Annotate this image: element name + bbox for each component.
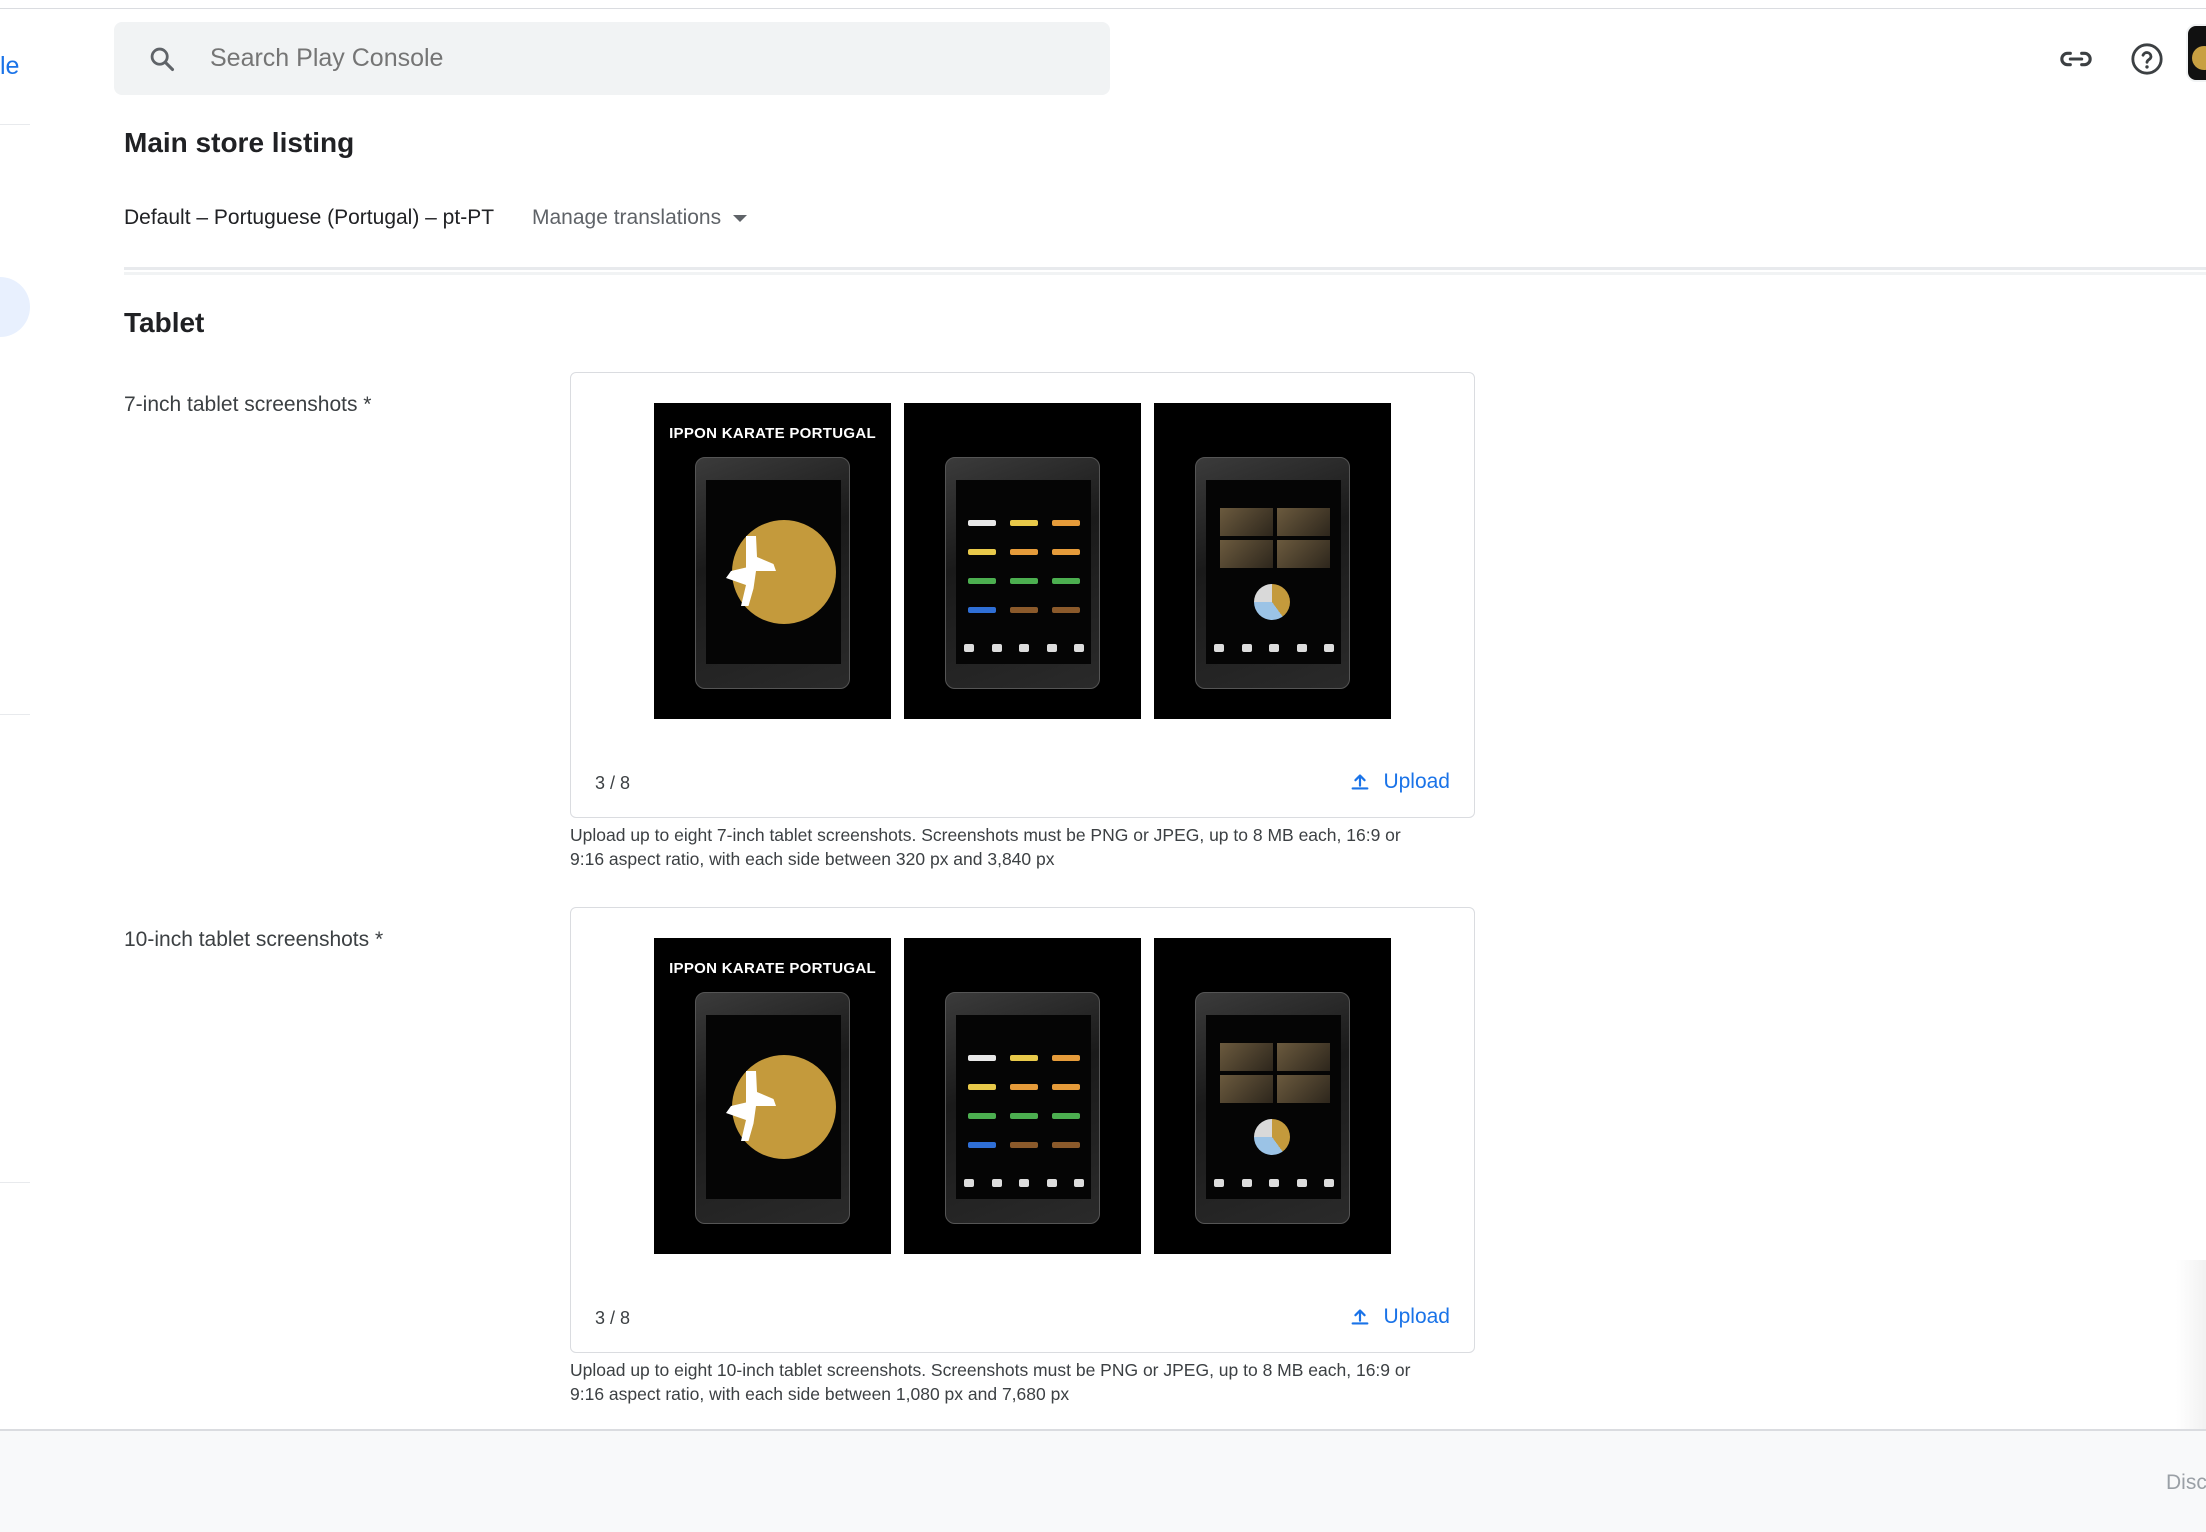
app-tabbar — [1214, 1179, 1334, 1193]
device-screen — [956, 480, 1091, 664]
upload-button[interactable]: Upload — [1349, 770, 1450, 794]
screenshot-count: 3 / 8 — [595, 773, 631, 793]
helper-line: 9:16 aspect ratio, with each side betwee… — [570, 1384, 1070, 1404]
helper-text-7-inch: Upload up to eight 7-inch tablet screens… — [570, 823, 1475, 871]
screenshot-thumbnail[interactable] — [1154, 403, 1391, 719]
manage-translations-dropdown[interactable]: Manage translations — [532, 206, 748, 230]
section-divider — [124, 267, 2206, 270]
screenshot-thumbnail[interactable]: IPPON KARATE PORTUGAL — [654, 938, 891, 1254]
video-thumbnails — [1220, 1043, 1330, 1103]
link-icon[interactable] — [2059, 42, 2093, 76]
screenshot-thumbnail[interactable] — [1154, 938, 1391, 1254]
help-icon[interactable] — [2130, 42, 2164, 76]
rail-divider — [0, 1182, 30, 1183]
search-icon — [148, 45, 176, 73]
upload-icon — [1352, 1309, 1369, 1325]
device-screen — [706, 1015, 841, 1199]
chevron-down-icon — [733, 214, 748, 222]
app-tabbar — [1214, 644, 1334, 658]
device-screen — [1206, 480, 1341, 664]
screenshot-thumbnail[interactable]: IPPON KARATE PORTUGAL — [654, 403, 891, 719]
screenshot-thumbnail[interactable] — [904, 938, 1141, 1254]
section-divider-shadow — [124, 272, 2206, 275]
tablet-frame — [945, 457, 1100, 689]
device-screen — [956, 1015, 1091, 1199]
screenshot-title: IPPON KARATE PORTUGAL — [669, 425, 876, 442]
default-language: Default – Portuguese (Portugal) – pt-PT — [124, 206, 495, 229]
tablet-frame — [695, 992, 850, 1224]
upload-icon — [1352, 774, 1369, 790]
field-label-7-inch: 7-inch tablet screenshots * — [124, 393, 372, 416]
helper-line: Upload up to eight 10-inch tablet screen… — [570, 1360, 1411, 1380]
screenshot-thumbnail[interactable] — [904, 403, 1141, 719]
screenshot-count: 3 / 8 — [595, 1308, 631, 1328]
belt-grid — [968, 520, 1080, 630]
rail-active-pill[interactable] — [0, 277, 30, 337]
screenshot-list: IPPON KARATE PORTUGAL — [654, 938, 1391, 1254]
section-title: Tablet — [124, 307, 205, 338]
upload-button[interactable]: Upload — [1349, 1305, 1450, 1329]
rail-divider — [0, 714, 30, 715]
pie-graphic — [1254, 584, 1290, 620]
app-avatar[interactable] — [2186, 24, 2206, 82]
pie-graphic — [1254, 1119, 1290, 1155]
top-border — [0, 0, 2206, 9]
tablet-frame — [695, 457, 850, 689]
play-console-page: le Main store listing Default – Portugue… — [0, 0, 2206, 1532]
screenshot-card-7-inch: IPPON KARATE PORTUGAL 3 / 8 Upload — [570, 372, 1475, 818]
page-title: Main store listing — [124, 127, 355, 158]
video-thumbnails — [1220, 508, 1330, 568]
tablet-frame — [945, 992, 1100, 1224]
search-input[interactable] — [210, 44, 1010, 73]
screenshot-list: IPPON KARATE PORTUGAL — [654, 403, 1391, 719]
screenshot-title: IPPON KARATE PORTUGAL — [669, 960, 876, 977]
scroll-shadow — [2176, 1260, 2206, 1430]
device-screen — [1206, 1015, 1341, 1199]
rail-text[interactable]: le — [0, 52, 19, 81]
helper-line: 9:16 aspect ratio, with each side betwee… — [570, 849, 1055, 869]
tablet-frame — [1195, 457, 1350, 689]
tablet-frame — [1195, 992, 1350, 1224]
upload-label: Upload — [1383, 770, 1450, 793]
helper-line: Upload up to eight 7-inch tablet screens… — [570, 825, 1401, 845]
discard-button[interactable]: Disc — [2166, 1471, 2206, 1495]
screenshot-card-10-inch: IPPON KARATE PORTUGAL 3 / 8 Upload — [570, 907, 1475, 1353]
device-screen — [706, 480, 841, 664]
left-rail: le — [0, 9, 30, 1429]
search-bar[interactable] — [114, 22, 1110, 95]
helper-text-10-inch: Upload up to eight 10-inch tablet screen… — [570, 1358, 1475, 1406]
app-tabbar — [964, 644, 1084, 658]
upload-label: Upload — [1383, 1305, 1450, 1328]
app-logo-icon — [2192, 46, 2206, 70]
rail-divider — [0, 124, 30, 125]
field-label-10-inch: 10-inch tablet screenshots * — [124, 928, 384, 951]
belt-grid — [968, 1055, 1080, 1165]
footer-bar: Disc — [0, 1429, 2206, 1532]
manage-translations-label: Manage translations — [532, 206, 722, 229]
app-tabbar — [964, 1179, 1084, 1193]
